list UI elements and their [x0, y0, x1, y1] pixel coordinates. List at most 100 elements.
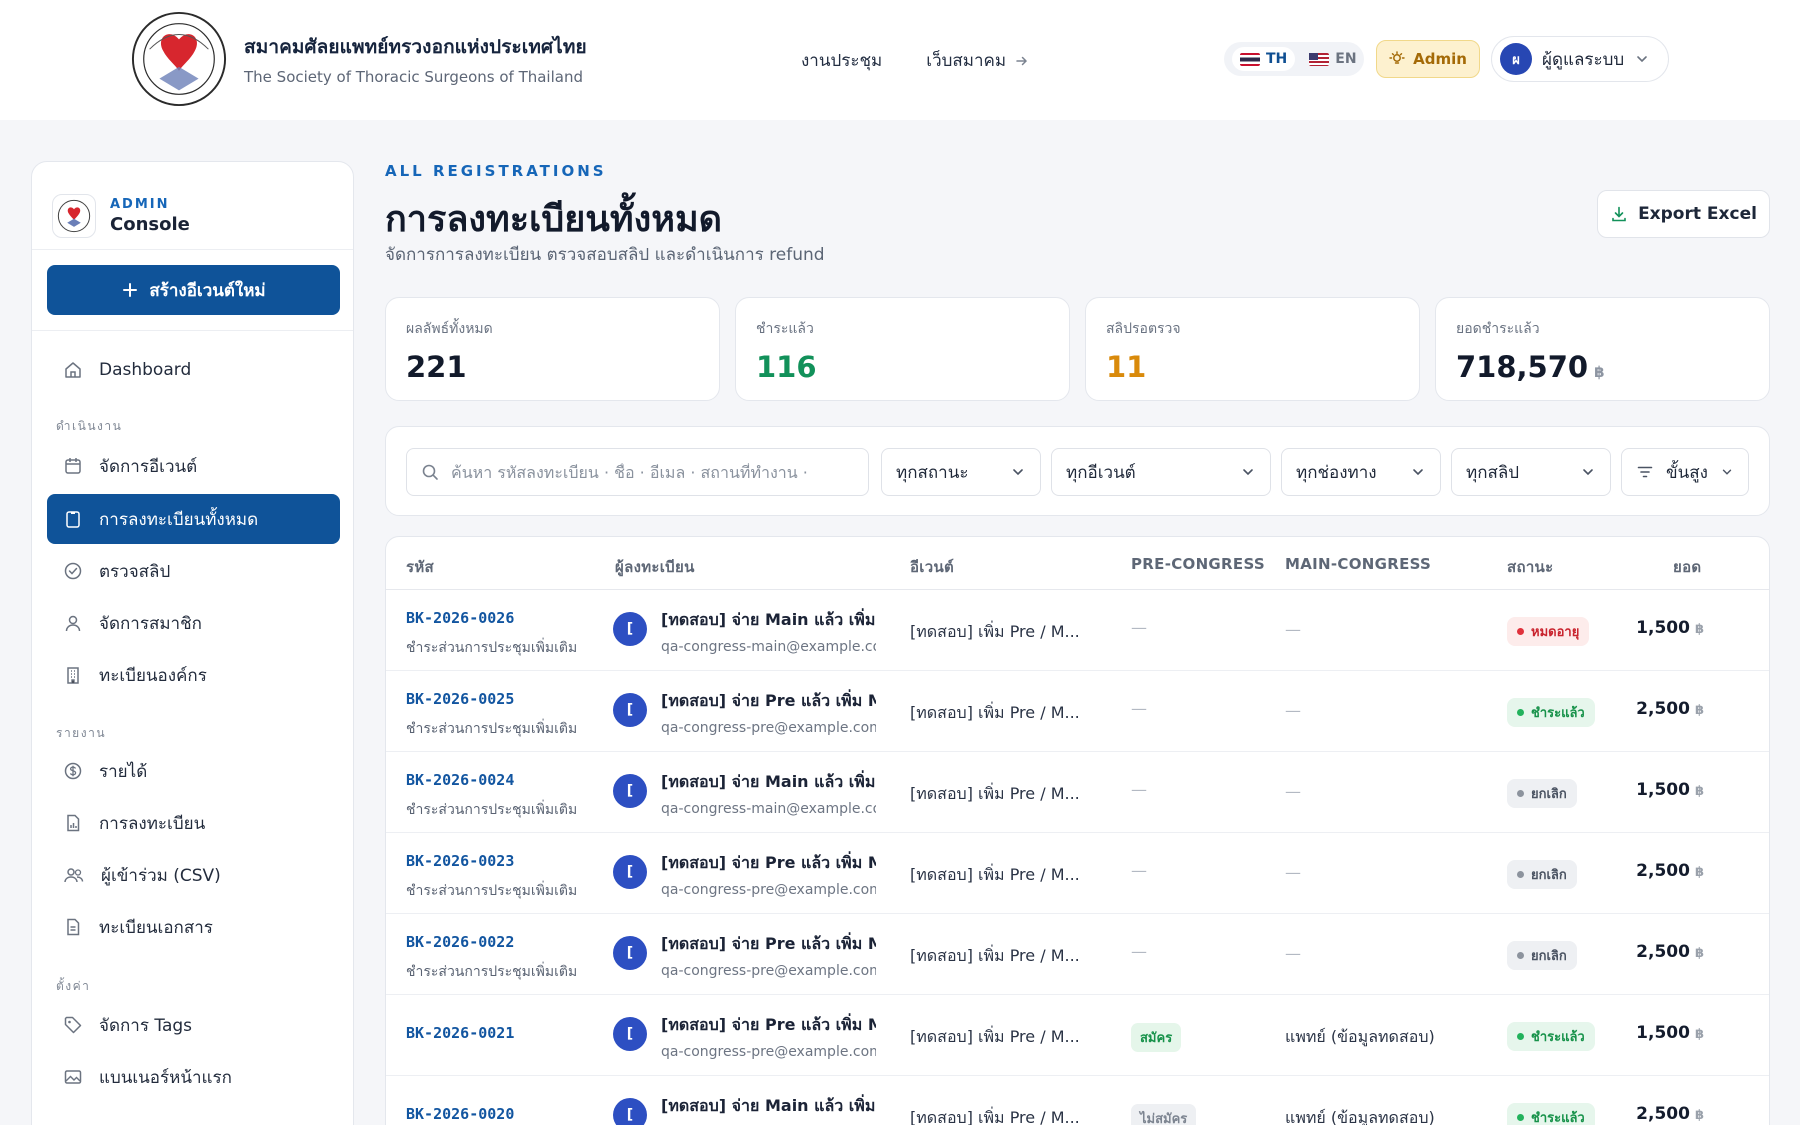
sidebar-item-documents[interactable]: ทะเบียนเอกสาร	[47, 902, 340, 952]
registration-code-cell: BK-2026-0022 ชำระส่วนการประชุมเพิ่มเติม	[406, 933, 577, 983]
nav-conference[interactable]: งานประชุม	[801, 47, 882, 74]
slip-filter-select[interactable]: ทุกสลิป	[1451, 448, 1611, 496]
download-icon	[1612, 206, 1626, 222]
registration-code-cell: BK-2026-0026 ชำระส่วนการประชุมเพิ่มเติม	[406, 609, 577, 659]
advanced-filter-button[interactable]: ขั้นสูง	[1621, 448, 1749, 496]
currency-symbol: ฿	[1694, 703, 1704, 718]
sidebar-section-reports: รายงาน	[56, 726, 107, 740]
table-row[interactable]: BK-2026-0025 ชำระส่วนการประชุมเพิ่มเติม [[…	[386, 671, 1769, 752]
amount-value: 1,500	[1636, 618, 1690, 638]
column-header-amount[interactable]: ยอด	[1673, 555, 1701, 579]
channel-filter-select[interactable]: ทุกช่องทาง	[1281, 448, 1441, 496]
column-header-event[interactable]: อีเวนต์	[910, 555, 954, 579]
event-filter-select[interactable]: ทุกอีเวนต์	[1051, 448, 1271, 496]
status-cell: ชำระแล้ว	[1507, 1103, 1595, 1125]
status-dot	[1517, 790, 1524, 797]
currency-symbol: ฿	[1694, 784, 1704, 799]
registration-code-link[interactable]: BK-2026-0025	[406, 690, 577, 708]
status-cell: ชำระแล้ว	[1507, 698, 1595, 727]
sidebar-item-events[interactable]: จัดการอีเวนต์	[47, 441, 340, 491]
sidebar-item-reg-report[interactable]: การลงทะเบียน	[47, 798, 340, 848]
table-row[interactable]: BK-2026-0020 [ [ทดสอบ] จ่าย Main แล้ว เพิ่…	[386, 1076, 1769, 1125]
sidebar-item-dashboard[interactable]: Dashboard	[47, 345, 340, 395]
stat-value: 221	[406, 350, 467, 384]
society-logo	[131, 11, 227, 107]
event-name: [ทดสอบ] เพิ่ม Pre / M...	[910, 622, 1080, 641]
registration-code-link[interactable]: BK-2026-0026	[406, 609, 577, 627]
sidebar-item-members[interactable]: จัดการสมาชิก	[47, 598, 340, 648]
stat-card-paid: ชำระแล้ว 116	[735, 297, 1070, 401]
registration-code-link[interactable]: BK-2026-0020	[406, 1105, 514, 1123]
table-row[interactable]: BK-2026-0024 ชำระส่วนการประชุมเพิ่มเติม [[…	[386, 752, 1769, 833]
avatar: [	[613, 936, 647, 970]
registrant-cell: [ทดสอบ] จ่าย Pre แล้ว เพิ่ม Main qa-congr…	[661, 689, 876, 736]
sidebar-item-tags[interactable]: จัดการ Tags	[47, 1000, 340, 1050]
org-name-th: สมาคมศัลยแพทย์ทรวงอกแห่งประเทศไทย	[244, 36, 587, 58]
registrant-avatar-cell: [	[613, 936, 647, 970]
avatar: [	[613, 1098, 647, 1125]
status-dot	[1517, 1033, 1524, 1040]
registrant-name: [ทดสอบ] จ่าย Main แล้ว เพิ่ม Pre	[661, 610, 876, 629]
table-row[interactable]: BK-2026-0023 ชำระส่วนการประชุมเพิ่มเติม [[…	[386, 833, 1769, 914]
status-dot	[1517, 709, 1524, 716]
lang-th-button[interactable]: TH	[1232, 47, 1296, 71]
registration-code-cell: BK-2026-0021	[406, 1024, 514, 1042]
search-input[interactable]	[451, 462, 851, 482]
status-dot	[1517, 1114, 1524, 1121]
column-header-main-congress[interactable]: MAIN-CONGRESS	[1285, 555, 1431, 573]
sidebar-item-revenue[interactable]: รายได้	[47, 746, 340, 796]
amount-value: 1,500	[1636, 1023, 1690, 1043]
page-title: การลงทะเบียนทั้งหมด	[385, 199, 723, 240]
main-congress-value: —	[1285, 620, 1301, 639]
pre-congress-tag: สมัคร	[1131, 1023, 1182, 1052]
search-box	[406, 448, 869, 496]
chevron-down-icon	[1637, 56, 1648, 63]
status-cell: หมดอายุ	[1507, 617, 1590, 646]
amount-cell: 2,500 ฿	[1594, 1104, 1704, 1124]
registrant-avatar-cell: [	[613, 855, 647, 889]
column-header-registrant[interactable]: ผู้ลงทะเบียน	[615, 555, 695, 579]
nav-society-site[interactable]: เว็บสมาคม	[926, 47, 1030, 74]
registration-note: ชำระส่วนการประชุมเพิ่มเติม	[406, 721, 578, 737]
arrow-right-icon	[1016, 56, 1028, 65]
table-row[interactable]: BK-2026-0026 ชำระส่วนการประชุมเพิ่มเติม [[…	[386, 590, 1769, 671]
create-event-button[interactable]: สร้างอีเวนต์ใหม่	[47, 265, 340, 315]
sidebar-item-banner[interactable]: แบนเนอร์หน้าแรก	[47, 1052, 340, 1102]
admin-badge[interactable]: Admin	[1376, 40, 1480, 78]
column-header-status[interactable]: สถานะ	[1507, 555, 1553, 579]
pre-congress-empty: —	[1131, 618, 1147, 637]
registration-code-link[interactable]: BK-2026-0022	[406, 933, 577, 951]
registration-code-cell: BK-2026-0024 ชำระส่วนการประชุมเพิ่มเติม	[406, 771, 577, 821]
user-menu[interactable]: ผ ผู้ดูแลระบบ	[1491, 36, 1669, 82]
page-subtitle: จัดการการลงทะเบียน ตรวจสอบสลิป และดำเนิน…	[385, 245, 825, 265]
registration-code-cell: BK-2026-0025 ชำระส่วนการประชุมเพิ่มเติม	[406, 690, 577, 740]
sidebar-item-attendees[interactable]: ผู้เข้าร่วม (CSV)	[47, 850, 340, 900]
sidebar-item-registrations[interactable]: การลงทะเบียนทั้งหมด	[47, 494, 340, 544]
registration-code-link[interactable]: BK-2026-0024	[406, 771, 577, 789]
avatar: ผ	[1500, 43, 1532, 75]
column-header-pre-congress[interactable]: PRE-CONGRESS	[1131, 555, 1265, 573]
event-name: [ทดสอบ] เพิ่ม Pre / M...	[910, 1108, 1080, 1125]
status-badge: ชำระแล้ว	[1507, 698, 1595, 727]
brand[interactable]: สมาคมศัลยแพทย์ทรวงอกแห่งประเทศไทย The So…	[128, 10, 587, 108]
lang-en-button[interactable]: EN	[1301, 47, 1364, 71]
main-congress-value: —	[1285, 701, 1301, 720]
registration-code-link[interactable]: BK-2026-0021	[406, 1024, 514, 1042]
chevron-down-icon	[1413, 469, 1423, 476]
sidebar-item-slips[interactable]: ตรวจสลิป	[47, 546, 340, 596]
registrant-cell: [ทดสอบ] จ่าย Main แล้ว เพิ่ม Preqa-congr…	[661, 1094, 876, 1125]
status-filter-select[interactable]: ทุกสถานะ	[881, 448, 1041, 496]
table-row[interactable]: BK-2026-0022 ชำระส่วนการประชุมเพิ่มเติม [[…	[386, 914, 1769, 995]
registrant-name: [ทดสอบ] จ่าย Main แล้ว เพิ่ม Pre	[661, 772, 876, 791]
registration-code-link[interactable]: BK-2026-0023	[406, 852, 577, 870]
amount-cell: 1,500 ฿	[1594, 1023, 1704, 1043]
column-header-code[interactable]: รหัส	[406, 555, 434, 579]
main-congress-value: แพทย์ (ข้อมูลทดสอบ)	[1285, 1108, 1435, 1125]
table-row[interactable]: BK-2026-0021 [[ทดสอบ] จ่าย Pre แล้ว เพิ่ม…	[386, 995, 1769, 1076]
sidebar-item-orgs[interactable]: ทะเบียนองค์กร	[47, 650, 340, 700]
export-excel-button[interactable]: Export Excel	[1597, 190, 1770, 238]
stat-label: ผลลัพธ์ทั้งหมด	[406, 321, 493, 337]
registrant-email: qa-congress-main@example.com	[661, 639, 876, 655]
stat-label: สลิปรอตรวจ	[1106, 321, 1181, 337]
registration-note: ชำระส่วนการประชุมเพิ่มเติม	[406, 964, 578, 980]
